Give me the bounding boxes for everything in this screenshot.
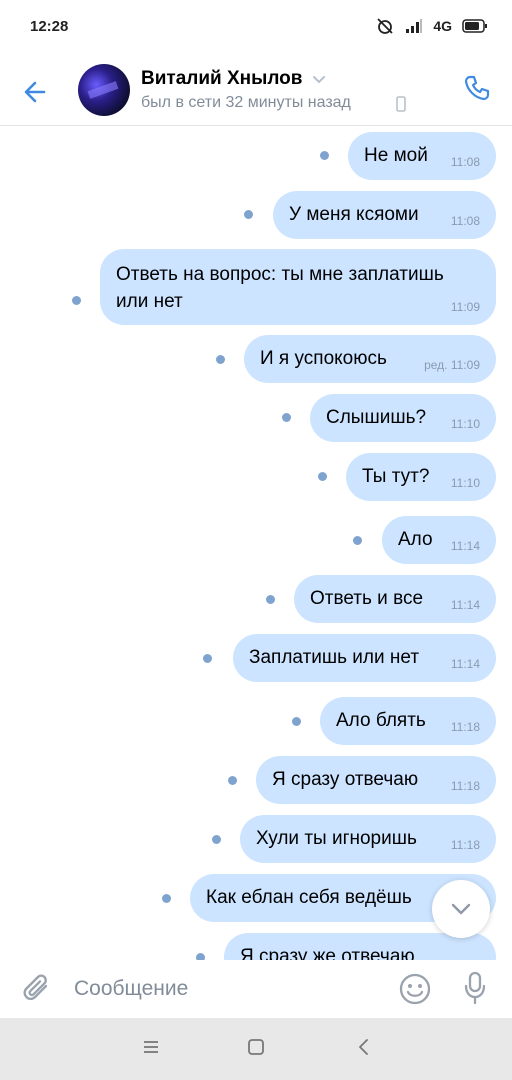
phone-icon[interactable] <box>461 72 493 104</box>
last-seen-status: был в сети 32 минуты назад <box>141 94 351 111</box>
alarm-off-icon <box>377 18 393 34</box>
back-arrow-icon[interactable] <box>18 74 54 110</box>
message-text: Слышишь? <box>326 407 427 428</box>
message-bubble[interactable]: Не мой 11:08 <box>348 132 496 180</box>
network-type: 4G <box>433 18 452 34</box>
unread-indicator <box>228 776 237 785</box>
message-text: Не мой <box>364 145 428 166</box>
message-bubble[interactable]: Заплатишь или нет 11:14 <box>233 634 496 682</box>
message-text: У меня ксяоми <box>289 204 419 225</box>
message-time: 11:14 <box>450 657 480 671</box>
message-time: 11:18 <box>450 720 480 734</box>
avatar[interactable] <box>78 64 130 116</box>
message-time: 11:18 <box>450 779 480 793</box>
status-time: 12:28 <box>30 18 69 35</box>
message-bubble[interactable]: Слышишь? 11:10 <box>310 394 496 442</box>
message-bubble[interactable]: Ответь на вопрос: ты мне заплатишь или н… <box>100 249 496 325</box>
message-time: ред. 11:09 <box>424 358 480 372</box>
message-bubble[interactable]: Ответь и все 11:14 <box>294 575 496 623</box>
unread-indicator <box>292 717 301 726</box>
message-text: Я сразу же отвечаю <box>240 946 415 960</box>
message-text: Ответь на вопрос: ты мне заплатишь или н… <box>116 264 444 312</box>
scroll-to-bottom-button[interactable] <box>432 880 490 938</box>
message-bubble[interactable]: Ало блять 11:18 <box>320 697 496 745</box>
unread-indicator <box>162 894 171 903</box>
unread-indicator <box>282 413 291 422</box>
message-time: 11:09 <box>450 300 480 314</box>
message-bubble[interactable]: И я успокоюсь ред. 11:09 <box>244 335 496 383</box>
unread-indicator <box>196 953 205 960</box>
emoji-icon[interactable] <box>398 972 432 1006</box>
unread-indicator <box>212 835 221 844</box>
message-text: Ало блять <box>336 710 426 731</box>
home-square-icon[interactable] <box>247 1038 265 1056</box>
message-input[interactable] <box>74 972 374 1006</box>
message-bubble[interactable]: Я сразу отвечаю 11:18 <box>256 756 496 804</box>
chat-header: Виталий Хнылов был в сети 32 минуты наза… <box>0 56 512 126</box>
message-time: 11:18 <box>450 838 480 852</box>
unread-indicator <box>216 355 225 364</box>
unread-indicator <box>353 536 362 545</box>
status-bar: 12:28 4G <box>0 0 512 56</box>
message-time: 11:14 <box>450 598 480 612</box>
message-time: 11:14 <box>450 539 480 553</box>
unread-indicator <box>203 654 212 663</box>
system-nav-bar <box>0 1018 512 1080</box>
unread-indicator <box>266 595 275 604</box>
unread-indicator <box>320 151 329 160</box>
paperclip-icon[interactable] <box>22 972 54 1006</box>
chevron-down-icon[interactable] <box>312 74 326 84</box>
message-composer <box>0 960 512 1018</box>
unread-indicator <box>318 472 327 481</box>
battery-icon <box>462 19 487 33</box>
message-text: Ты тут? <box>362 466 430 487</box>
message-time: 11:08 <box>450 155 480 169</box>
message-time: 11:10 <box>450 476 480 490</box>
message-list[interactable]: Не мой 11:08 У меня ксяоми 11:08 Ответь … <box>0 127 512 960</box>
back-triangle-icon[interactable] <box>355 1038 373 1056</box>
message-bubble[interactable]: Ало 11:14 <box>382 516 496 564</box>
message-text: И я успокоюсь <box>260 348 387 369</box>
unread-indicator <box>244 210 253 219</box>
message-time: 11:08 <box>450 214 480 228</box>
message-bubble[interactable]: Хули ты игноришь 11:18 <box>240 815 496 863</box>
menu-icon[interactable] <box>142 1038 160 1056</box>
unread-indicator <box>72 296 81 305</box>
message-text: Хули ты игноришь <box>256 828 417 849</box>
message-bubble[interactable]: У меня ксяоми 11:08 <box>273 191 496 239</box>
message-text: Ответь и все <box>310 588 424 609</box>
message-bubble[interactable]: Ты тут? 11:10 <box>346 453 496 501</box>
message-text: Заплатишь или нет <box>249 647 420 668</box>
status-icons: 4G <box>375 16 488 36</box>
message-text: Как еблан себя ведёшь <box>206 887 412 908</box>
message-time: 11:10 <box>450 417 480 431</box>
message-text: Я сразу отвечаю <box>272 769 419 790</box>
mobile-icon <box>396 96 406 112</box>
chevron-down-icon <box>451 903 471 915</box>
contact-name[interactable]: Виталий Хнылов <box>141 68 302 90</box>
signal-icon <box>406 19 423 33</box>
microphone-icon[interactable] <box>462 970 488 1006</box>
message-text: Ало <box>398 529 433 550</box>
